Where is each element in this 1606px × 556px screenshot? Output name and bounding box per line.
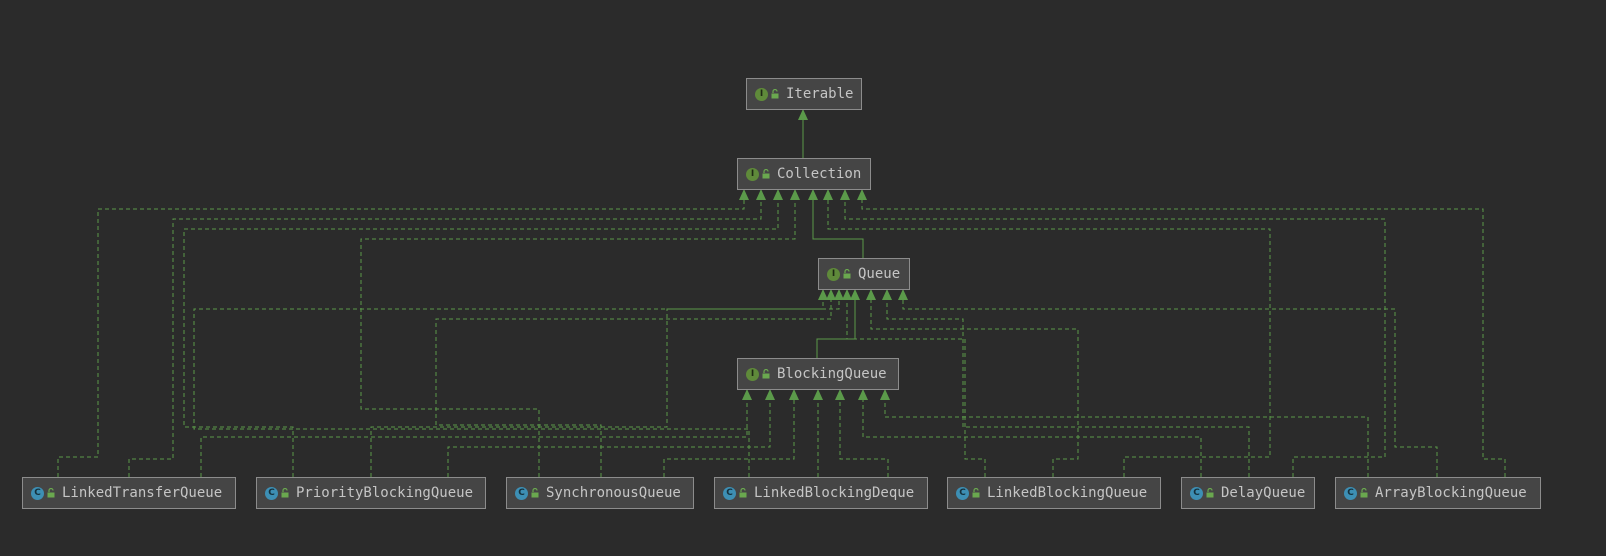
node-iterable[interactable]: I Iterable <box>746 78 862 110</box>
arrowhead <box>823 189 833 200</box>
edge-ltq-collection <box>57 189 745 477</box>
edge-pbq-collection <box>183 189 779 477</box>
node-label: ArrayBlockingQueue <box>1375 485 1527 501</box>
arrowhead <box>840 189 850 200</box>
node-delay-queue[interactable]: C DelayQueue <box>1181 477 1315 509</box>
arrowhead <box>826 289 836 300</box>
node-label: PriorityBlockingQueue <box>296 485 474 501</box>
lock-icon <box>1206 488 1214 498</box>
edge-abq-blockingqueue <box>884 389 1369 477</box>
node-label: Queue <box>858 266 901 282</box>
edge-sq-collection <box>360 189 796 477</box>
node-blocking-queue[interactable]: I BlockingQueue <box>737 358 899 390</box>
arrowhead <box>742 389 752 400</box>
node-label: Collection <box>777 166 862 182</box>
edge-lbq-collection <box>827 189 1271 477</box>
node-label: BlockingQueue <box>777 366 887 382</box>
node-label: LinkedBlockingDeque <box>754 485 915 501</box>
arrowhead <box>842 289 852 300</box>
lock-icon <box>281 488 289 498</box>
edge-ltq-collection-2 <box>128 189 762 477</box>
arrowhead <box>789 389 799 400</box>
arrowhead <box>773 189 783 200</box>
lock-icon <box>762 169 770 179</box>
edge-dq-queue <box>886 289 1250 477</box>
node-label: SynchronousQueue <box>546 485 681 501</box>
edge-ltq-blockingqueue <box>200 389 748 477</box>
lock-icon <box>531 488 539 498</box>
arrowhead <box>880 389 890 400</box>
class-icon: C <box>723 486 736 500</box>
arrowhead <box>790 189 800 200</box>
node-linked-blocking-queue[interactable]: C LinkedBlockingQueue <box>947 477 1161 509</box>
node-priority-blocking-queue[interactable]: C PriorityBlockingQueue <box>256 477 486 509</box>
arrowhead <box>850 289 860 300</box>
node-synchronous-queue[interactable]: C SynchronousQueue <box>506 477 694 509</box>
arrowhead <box>739 189 749 200</box>
arrowhead <box>756 189 766 200</box>
arrowhead <box>808 189 818 200</box>
class-icon: C <box>31 486 44 500</box>
interface-icon: I <box>755 87 768 101</box>
arrowhead <box>818 289 828 300</box>
arrowhead <box>813 389 823 400</box>
arrowhead <box>858 389 868 400</box>
class-icon: C <box>515 486 528 500</box>
node-collection[interactable]: I Collection <box>737 158 871 190</box>
lock-icon <box>762 369 770 379</box>
arrowhead <box>857 189 867 200</box>
class-icon: C <box>265 486 278 500</box>
class-icon: C <box>1190 486 1203 500</box>
node-label: LinkedTransferQueue <box>62 485 223 501</box>
edge-sq-blockingqueue <box>663 389 795 477</box>
lock-icon <box>47 488 55 498</box>
edge-lbq-queue-2 <box>870 289 1079 477</box>
interface-icon: I <box>746 367 759 381</box>
class-icon: C <box>956 486 969 500</box>
node-label: LinkedBlockingQueue <box>987 485 1148 501</box>
node-array-blocking-queue[interactable]: C ArrayBlockingQueue <box>1335 477 1541 509</box>
class-icon: C <box>1344 486 1357 500</box>
arrowhead <box>834 289 844 300</box>
arrowhead <box>882 289 892 300</box>
arrowhead <box>866 289 876 300</box>
node-linked-transfer-queue[interactable]: C LinkedTransferQueue <box>22 477 236 509</box>
node-label: Iterable <box>786 86 854 102</box>
edge-lbd-blockingqueue-2 <box>839 389 889 477</box>
edge-pbq-blockingqueue <box>447 389 771 477</box>
node-label: DelayQueue <box>1221 485 1306 501</box>
edge-abq-queue <box>902 289 1438 477</box>
lock-icon <box>771 89 779 99</box>
edge-dq-collection <box>844 189 1386 477</box>
edge-dq-blockingqueue <box>862 389 1202 477</box>
uml-diagram: I Iterable I Collection I Queue I Blocki… <box>0 0 1606 556</box>
arrowhead <box>835 389 845 400</box>
interface-icon: I <box>746 167 759 181</box>
arrowhead <box>898 289 908 300</box>
arrowhead <box>798 109 808 120</box>
lock-icon <box>972 488 980 498</box>
interface-icon: I <box>827 267 840 281</box>
node-linked-blocking-deque[interactable]: C LinkedBlockingDeque <box>714 477 928 509</box>
edge-abq-collection <box>861 189 1506 477</box>
node-queue[interactable]: I Queue <box>818 258 910 290</box>
edge-queue-collection <box>812 189 864 258</box>
lock-icon <box>1360 488 1368 498</box>
lock-icon <box>843 269 851 279</box>
lock-icon <box>739 488 747 498</box>
arrowhead <box>765 389 775 400</box>
